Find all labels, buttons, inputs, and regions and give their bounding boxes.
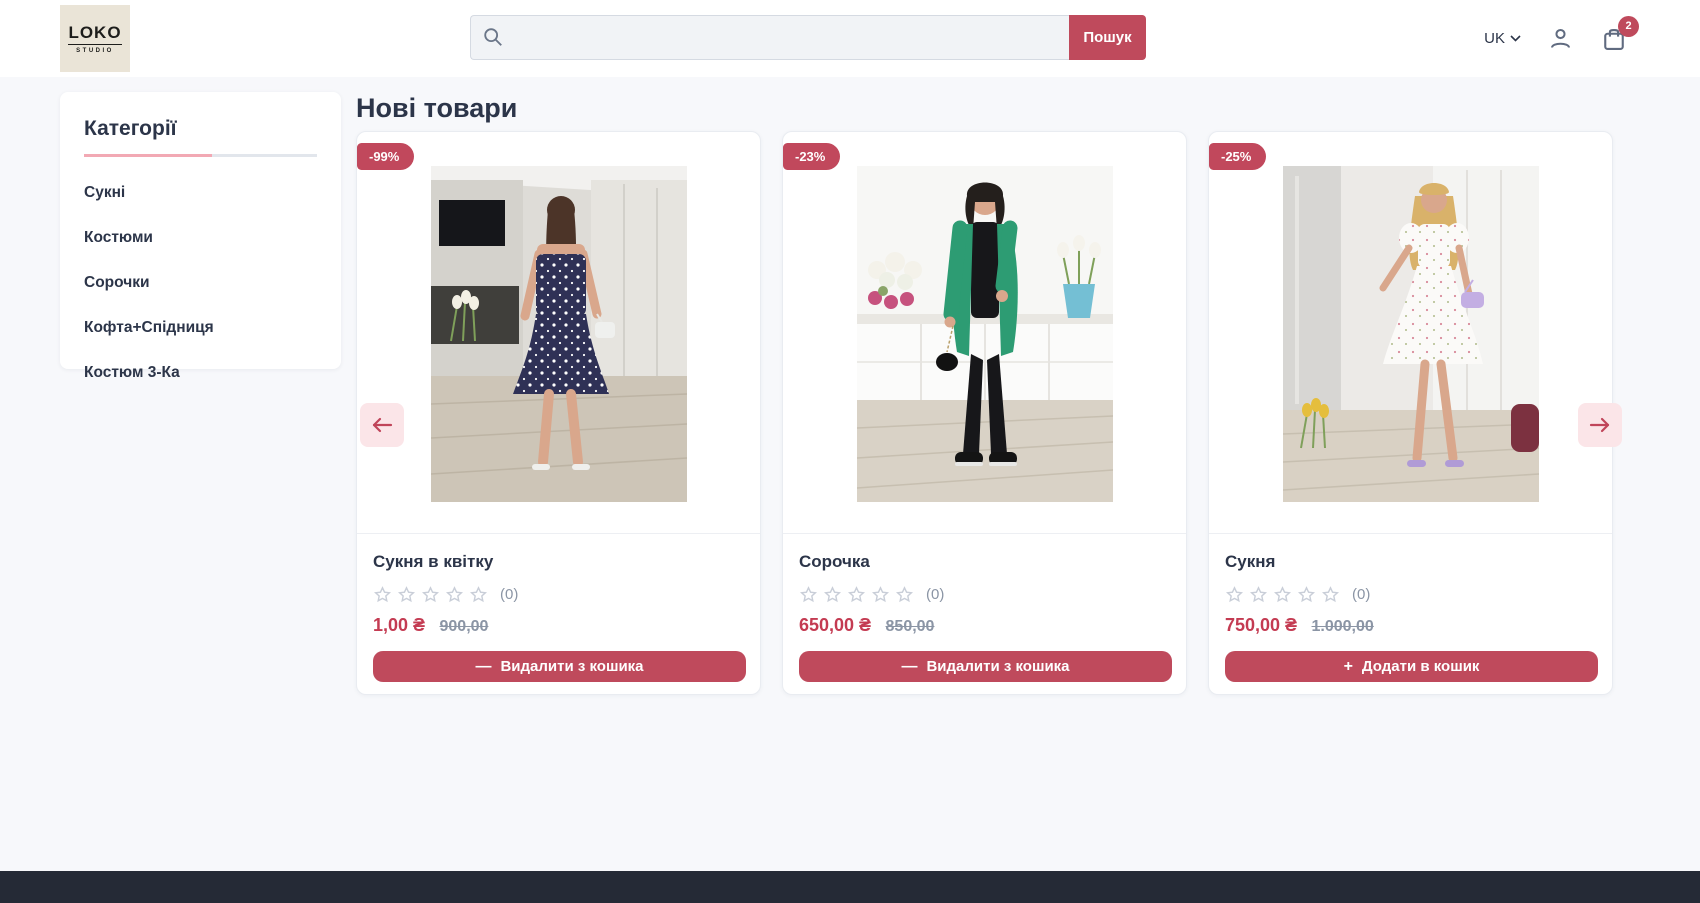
- star-icon: [871, 585, 890, 604]
- product-card[interactable]: -25%: [1208, 131, 1613, 695]
- sidebar-item-kostium-3ka[interactable]: Костюм 3-Ка: [84, 364, 317, 382]
- product-media: -23%: [783, 132, 1186, 534]
- categories-divider: [84, 154, 317, 157]
- categories-nav: Сукні Костюми Сорочки Кофта+Спідниця Кос…: [84, 184, 317, 382]
- chevron-down-icon: [1510, 35, 1521, 42]
- cart-button[interactable]: 2: [1600, 25, 1628, 53]
- star-icon: [373, 585, 392, 604]
- search-input[interactable]: [470, 15, 1069, 60]
- button-label: Видалити з кошика: [926, 658, 1069, 675]
- ottoman: [1511, 404, 1539, 452]
- rating-count: (0): [1352, 586, 1370, 603]
- sidebar-item-kofta-spidnytsia[interactable]: Кофта+Спідниця: [84, 319, 317, 337]
- star-icon: [397, 585, 416, 604]
- star-icon: [1297, 585, 1316, 604]
- rating-row: (0): [373, 585, 744, 604]
- search-bar: Пошук: [470, 15, 1146, 60]
- star-icon: [1273, 585, 1292, 604]
- product-image: [1283, 166, 1539, 502]
- minus-icon: —: [901, 658, 917, 676]
- discount-badge: -25%: [1209, 143, 1266, 170]
- logo[interactable]: LOKO STUDIO: [60, 5, 130, 72]
- add-to-cart-button[interactable]: + Додати в кошик: [1225, 651, 1598, 682]
- carousel-prev-button[interactable]: [360, 403, 404, 447]
- minus-icon: —: [475, 658, 491, 676]
- product-name[interactable]: Сукня: [1225, 552, 1596, 572]
- product-price: 1,00 ₴: [373, 615, 425, 635]
- sidebar-item-kostiumy[interactable]: Костюми: [84, 229, 317, 247]
- plus-icon: +: [1344, 658, 1353, 676]
- star-icon: [847, 585, 866, 604]
- sidebar-item-sukni[interactable]: Сукні: [84, 184, 317, 202]
- header: LOKO STUDIO Пошук UK: [0, 0, 1700, 77]
- product-card[interactable]: -23%: [782, 131, 1187, 695]
- page: LOKO STUDIO Пошук UK: [0, 0, 1700, 903]
- categories-panel: Категорії Сукні Костюми Сорочки Кофта+Сп…: [60, 92, 341, 369]
- product-card[interactable]: -99%: [356, 131, 761, 695]
- product-name[interactable]: Сорочка: [799, 552, 1170, 572]
- remove-from-cart-button[interactable]: — Видалити з кошика: [373, 651, 746, 682]
- star-icon: [1249, 585, 1268, 604]
- remove-from-cart-button[interactable]: — Видалити з кошика: [799, 651, 1172, 682]
- price-row: 1,00 ₴ 900,00: [373, 615, 744, 636]
- sidebar-item-sorochky[interactable]: Сорочки: [84, 274, 317, 292]
- language-label: UK: [1484, 30, 1505, 47]
- logo-text: LOKO: [68, 23, 121, 45]
- star-icon: [1225, 585, 1244, 604]
- carousel-next-button[interactable]: [1578, 403, 1622, 447]
- button-label: Додати в кошик: [1362, 658, 1480, 675]
- search-button[interactable]: Пошук: [1069, 15, 1146, 60]
- product-old-price: 1.000,00: [1312, 618, 1374, 635]
- language-selector[interactable]: UK: [1484, 30, 1521, 47]
- button-label: Видалити з кошика: [500, 658, 643, 675]
- account-button[interactable]: [1547, 25, 1574, 52]
- price-row: 750,00 ₴ 1.000,00: [1225, 615, 1596, 636]
- product-name[interactable]: Сукня в квітку: [373, 552, 744, 572]
- cart-count-badge: 2: [1618, 16, 1639, 37]
- star-icon: [823, 585, 842, 604]
- product-old-price: 850,00: [886, 618, 935, 635]
- product-image: [431, 166, 687, 502]
- product-info: Сукня в квітку (0) 1,00 ₴ 900,00: [357, 534, 760, 682]
- star-icon: [1321, 585, 1340, 604]
- user-icon: [1547, 25, 1574, 52]
- star-icon: [469, 585, 488, 604]
- footer: [0, 871, 1700, 903]
- rating-count: (0): [500, 586, 518, 603]
- discount-badge: -23%: [783, 143, 840, 170]
- logo-subtext: STUDIO: [76, 48, 114, 54]
- product-image: [857, 166, 1113, 502]
- product-info: Сукня (0) 750,00 ₴ 1.000,00 +: [1209, 534, 1612, 682]
- product-info: Сорочка (0) 650,00 ₴ 850,00 —: [783, 534, 1186, 682]
- new-products-carousel: -99%: [356, 131, 1613, 695]
- arrow-left-icon: [371, 417, 393, 433]
- product-old-price: 900,00: [440, 618, 489, 635]
- product-price: 650,00 ₴: [799, 615, 871, 635]
- discount-badge: -99%: [357, 143, 414, 170]
- header-actions: UK 2: [1484, 0, 1628, 77]
- price-row: 650,00 ₴ 850,00: [799, 615, 1170, 636]
- star-icon: [799, 585, 818, 604]
- product-media: -25%: [1209, 132, 1612, 534]
- rating-row: (0): [799, 585, 1170, 604]
- star-icon: [421, 585, 440, 604]
- product-media: -99%: [357, 132, 760, 534]
- arrow-right-icon: [1589, 417, 1611, 433]
- star-icon: [445, 585, 464, 604]
- categories-title: Категорії: [84, 117, 317, 141]
- rating-count: (0): [926, 586, 944, 603]
- page-title: Нові товари: [356, 93, 517, 124]
- product-price: 750,00 ₴: [1225, 615, 1297, 635]
- rating-row: (0): [1225, 585, 1596, 604]
- star-icon: [895, 585, 914, 604]
